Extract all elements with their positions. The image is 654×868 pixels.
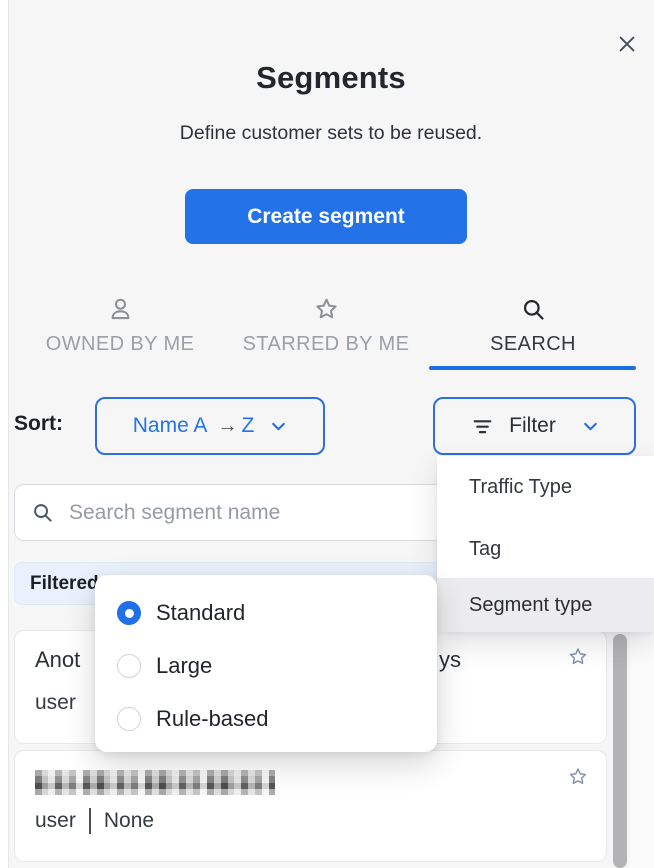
search-icon	[520, 296, 547, 328]
filter-icon	[470, 414, 495, 439]
filter-dropdown-button[interactable]: Filter	[433, 397, 636, 455]
create-segment-button[interactable]: Create segment	[185, 189, 467, 244]
search-icon	[31, 501, 54, 524]
segment-meta: user	[35, 691, 76, 715]
meta-divider	[89, 808, 91, 834]
filter-menu-item-tag[interactable]: Tag	[437, 522, 654, 576]
tab-search[interactable]: SEARCH	[430, 296, 636, 356]
tab-owned-by-me-label: OWNED BY ME	[46, 333, 195, 356]
page-title: Segments	[8, 60, 654, 96]
chevron-down-icon	[582, 418, 599, 435]
radio-label: Rule-based	[156, 706, 269, 732]
scrollbar-thumb[interactable]	[613, 634, 627, 868]
segment-name: Anot	[35, 647, 80, 673]
active-tab-underline	[429, 366, 636, 370]
star-icon[interactable]	[567, 646, 589, 668]
person-icon	[107, 296, 134, 328]
segment-name-end: ys	[439, 647, 461, 673]
filter-menu-item-traffic-type[interactable]: Traffic Type	[437, 460, 654, 514]
radio-unselected-icon[interactable]	[117, 707, 141, 731]
radio-label: Large	[156, 653, 212, 679]
filter-label: Filter	[509, 414, 556, 438]
segment-type-popup: Standard Large Rule-based	[95, 575, 437, 752]
radio-option-large[interactable]: Large	[117, 653, 212, 679]
censored-segment-name	[35, 770, 275, 795]
sort-value: Name A	[133, 414, 208, 438]
tab-starred-by-me-label: STARRED BY ME	[243, 333, 410, 356]
radio-option-standard[interactable]: Standard	[117, 600, 245, 626]
radio-option-rule-based[interactable]: Rule-based	[117, 706, 269, 732]
filter-menu-panel: Traffic Type Tag Segment type	[437, 456, 654, 632]
star-icon[interactable]	[567, 766, 589, 788]
segment-meta-type: user	[35, 809, 76, 833]
star-icon	[313, 296, 340, 328]
scrollbar-gutter	[630, 632, 654, 868]
radio-unselected-icon[interactable]	[117, 654, 141, 678]
tab-search-label: SEARCH	[490, 333, 576, 356]
tab-owned-by-me[interactable]: OWNED BY ME	[24, 296, 216, 356]
radio-label: Standard	[156, 600, 245, 626]
sort-arrow: →	[217, 415, 237, 438]
sort-label: Sort:	[14, 412, 63, 436]
chevron-down-icon	[270, 418, 287, 435]
page-subtitle: Define customer sets to be reused.	[8, 122, 654, 145]
segments-modal: Segments Define customer sets to be reus…	[0, 0, 654, 868]
segment-meta: user None	[35, 808, 154, 834]
sort-dropdown[interactable]: Name A → Z	[95, 397, 325, 455]
tab-starred-by-me[interactable]: STARRED BY ME	[226, 296, 426, 356]
segment-list-item[interactable]: user None	[14, 750, 607, 862]
filter-menu-item-segment-type[interactable]: Segment type	[437, 578, 654, 632]
close-icon[interactable]	[613, 30, 641, 58]
segment-meta-value: None	[104, 809, 154, 833]
segment-meta-type: user	[35, 691, 76, 715]
radio-selected-icon[interactable]	[117, 601, 141, 625]
sort-value-suffix: Z	[241, 414, 254, 438]
